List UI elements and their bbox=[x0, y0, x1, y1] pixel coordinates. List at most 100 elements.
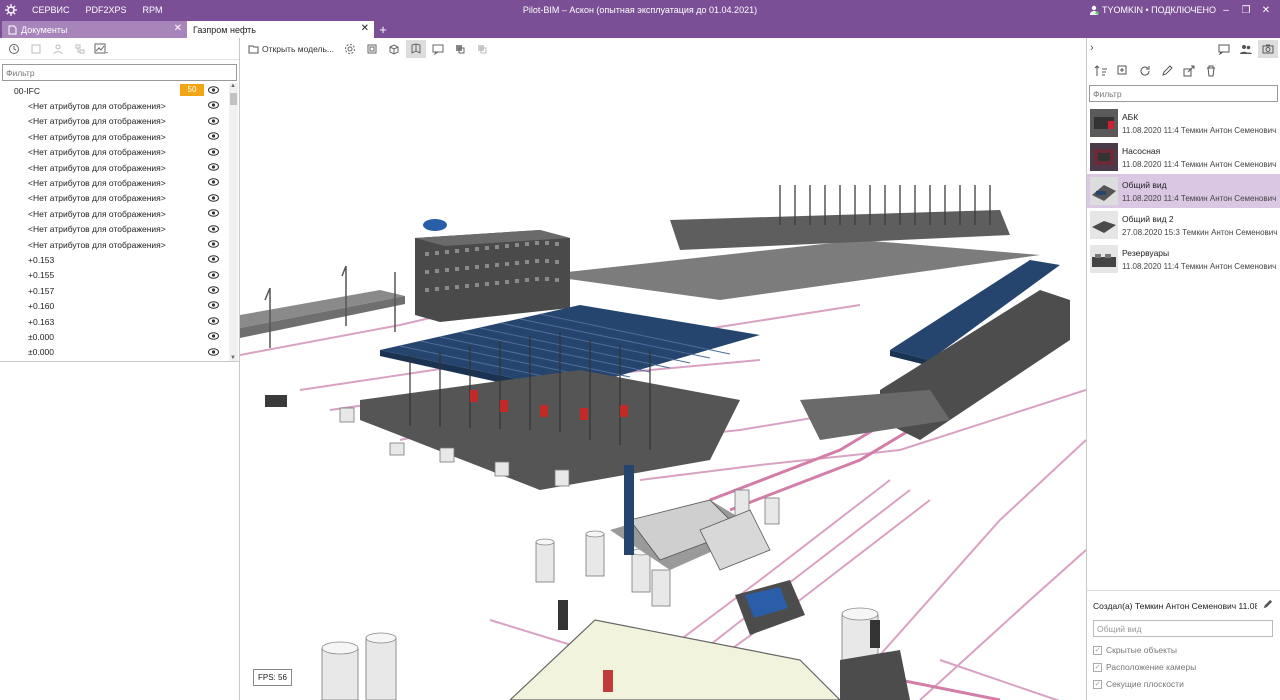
share-icon[interactable] bbox=[1179, 62, 1199, 80]
visibility-eye-icon[interactable] bbox=[208, 301, 219, 310]
sort-icon[interactable] bbox=[1091, 62, 1111, 80]
saved-view-item[interactable]: Общий вид 11.08.2020 11:4 Темкин Антон С… bbox=[1087, 174, 1280, 208]
tree-row[interactable]: <Нет атрибутов для отображения> bbox=[0, 175, 228, 190]
app-logo-icon[interactable] bbox=[4, 3, 18, 17]
visibility-eye-icon[interactable] bbox=[208, 116, 219, 125]
saved-view-item[interactable]: Резервуары 11.08.2020 11:4 Темкин Антон … bbox=[1087, 242, 1280, 276]
visibility-eye-icon[interactable] bbox=[208, 178, 219, 187]
tab-documents[interactable]: Документы ✕ bbox=[2, 21, 187, 38]
view-name-input[interactable]: Общий вид bbox=[1093, 620, 1273, 637]
edit-pencil-icon[interactable] bbox=[1157, 62, 1177, 80]
visibility-eye-icon[interactable] bbox=[208, 209, 219, 217]
tree-scrollbar[interactable]: ▲ ▼ bbox=[229, 83, 238, 361]
menu-rpm[interactable]: RPM bbox=[135, 0, 171, 20]
tree-row[interactable]: <Нет атрибутов для отображения> bbox=[0, 160, 228, 175]
tree-row[interactable]: ±0.000 bbox=[0, 329, 228, 344]
visibility-eye-icon[interactable] bbox=[208, 101, 219, 110]
menu-pdf2xps[interactable]: PDF2XPS bbox=[77, 0, 134, 20]
visibility-eye-icon[interactable] bbox=[208, 86, 219, 94]
tree-row[interactable]: <Нет атрибутов для отображения> bbox=[0, 114, 228, 129]
tree-row[interactable]: <Нет атрибутов для отображения> bbox=[0, 222, 228, 237]
hide-selection-icon[interactable] bbox=[472, 40, 492, 58]
hidden-objects-checkbox[interactable]: ✓ Скрытые объекты bbox=[1093, 645, 1177, 655]
tree-row[interactable]: +0.155 bbox=[0, 268, 228, 283]
saved-views-camera-icon[interactable] bbox=[1258, 40, 1278, 58]
frame-icon[interactable] bbox=[26, 40, 46, 58]
3d-viewport[interactable]: Открыть модель... FPS: 56 bbox=[240, 38, 1086, 700]
left-filter-input[interactable]: Фильтр bbox=[2, 64, 237, 81]
tree-row[interactable]: +0.160 bbox=[0, 298, 228, 313]
panel-splitter[interactable] bbox=[0, 361, 240, 362]
collapse-panel-chevron-icon[interactable]: › bbox=[1090, 42, 1094, 54]
views-toolbar bbox=[1087, 60, 1280, 82]
window-title: Pilot-BIM – Аскон (опытная эксплуатация … bbox=[522, 5, 758, 15]
history-icon[interactable] bbox=[4, 40, 24, 58]
tree-row[interactable]: +0.163 bbox=[0, 314, 228, 329]
visibility-eye-icon[interactable] bbox=[208, 317, 219, 325]
tree-root-row[interactable]: 00-IFC 50 bbox=[0, 83, 228, 98]
saved-view-item[interactable]: АБК 11.08.2020 11:4 Темкин Антон Семенов… bbox=[1087, 106, 1280, 140]
checkbox-box[interactable]: ✓ bbox=[1093, 645, 1102, 655]
fit-view-icon[interactable] bbox=[362, 40, 382, 58]
visibility-eye-icon[interactable] bbox=[208, 147, 219, 156]
visibility-eye-icon[interactable] bbox=[208, 132, 219, 140]
open-model-button[interactable]: Открыть модель... bbox=[244, 44, 338, 54]
tree-row[interactable]: +0.157 bbox=[0, 283, 228, 298]
tree-row[interactable]: +0.153 bbox=[0, 252, 228, 267]
isolate-icon[interactable] bbox=[450, 40, 470, 58]
tab-gazprom-neft-close-icon[interactable]: ✕ bbox=[361, 23, 369, 34]
visibility-eye-icon[interactable] bbox=[208, 270, 219, 279]
tree-row[interactable]: <Нет атрибутов для отображения> bbox=[0, 191, 228, 206]
hierarchy-icon[interactable] bbox=[70, 40, 90, 58]
checkbox-box[interactable]: ✓ bbox=[1093, 662, 1102, 672]
visibility-eye-icon[interactable] bbox=[208, 163, 219, 171]
chart-dropdown-icon[interactable] bbox=[92, 40, 112, 58]
annotation-icon[interactable] bbox=[428, 40, 448, 58]
tree-row[interactable]: <Нет атрибутов для отображения> bbox=[0, 145, 228, 160]
scroll-up-icon[interactable]: ▲ bbox=[230, 83, 236, 89]
settings-gear-icon[interactable] bbox=[340, 40, 360, 58]
tree-row-label: <Нет атрибутов для отображения> bbox=[28, 224, 166, 235]
edit-view-pencil-icon[interactable] bbox=[1262, 599, 1273, 610]
tab-gazprom-neft[interactable]: Газпром нефть ✕ bbox=[187, 21, 374, 38]
menu-service[interactable]: СЕРВИС bbox=[24, 0, 77, 20]
section-plane-icon[interactable] bbox=[406, 40, 427, 58]
tree-row-label: <Нет атрибутов для отображения> bbox=[28, 147, 166, 158]
maximize-button[interactable]: ❐ bbox=[1236, 0, 1256, 20]
group-icon[interactable] bbox=[48, 40, 68, 58]
views-filter-input[interactable]: Фильтр bbox=[1089, 85, 1278, 102]
minimize-button[interactable]: – bbox=[1216, 0, 1236, 20]
refresh-icon[interactable] bbox=[1135, 62, 1155, 80]
add-view-icon[interactable] bbox=[1113, 62, 1133, 80]
checkbox-box[interactable]: ✓ bbox=[1093, 679, 1102, 689]
close-window-button[interactable]: ✕ bbox=[1256, 0, 1276, 20]
section-planes-checkbox[interactable]: ✓ Секущие плоскости bbox=[1093, 679, 1184, 689]
add-tab-button[interactable]: + bbox=[375, 22, 391, 37]
tree-row[interactable]: <Нет атрибутов для отображения> bbox=[0, 98, 228, 113]
visibility-eye-icon[interactable] bbox=[208, 286, 219, 294]
tree-row[interactable]: <Нет атрибутов для отображения> bbox=[0, 129, 228, 144]
visibility-eye-icon[interactable] bbox=[208, 347, 219, 356]
users-icon[interactable] bbox=[1236, 40, 1256, 58]
saved-view-item[interactable]: Насосная 11.08.2020 11:4 Темкин Антон Се… bbox=[1087, 140, 1280, 174]
scroll-thumb[interactable] bbox=[230, 93, 237, 105]
view-date: 11.08.2020 11:4 bbox=[1122, 262, 1179, 271]
tree-row[interactable]: ±0.000 bbox=[0, 345, 228, 360]
user-status[interactable]: TYOMKIN • ПОДКЛЮЧЕНО bbox=[1089, 0, 1216, 20]
visibility-eye-icon[interactable] bbox=[208, 240, 219, 248]
visibility-eye-icon[interactable] bbox=[208, 255, 219, 264]
visibility-eye-icon[interactable] bbox=[208, 193, 219, 202]
left-panel: Фильтр 00-IFC 50 <Нет атрибутов для отоб… bbox=[0, 38, 240, 700]
visibility-eye-icon[interactable] bbox=[208, 332, 219, 341]
camera-position-checkbox[interactable]: ✓ Расположение камеры bbox=[1093, 662, 1196, 672]
visibility-eye-icon[interactable] bbox=[208, 224, 219, 233]
3d-model-scene[interactable] bbox=[240, 60, 1086, 700]
delete-trash-icon[interactable] bbox=[1201, 62, 1221, 80]
tree-row[interactable]: <Нет атрибутов для отображения> bbox=[0, 237, 228, 252]
comments-icon[interactable] bbox=[1214, 40, 1234, 58]
tree-row-label: <Нет атрибутов для отображения> bbox=[28, 193, 166, 204]
tab-documents-close-icon[interactable]: ✕ bbox=[174, 23, 182, 34]
tree-row[interactable]: <Нет атрибутов для отображения> bbox=[0, 206, 228, 221]
saved-view-item[interactable]: Общий вид 2 27.08.2020 15:3 Темкин Антон… bbox=[1087, 208, 1280, 242]
cube-view-icon[interactable] bbox=[384, 40, 404, 58]
